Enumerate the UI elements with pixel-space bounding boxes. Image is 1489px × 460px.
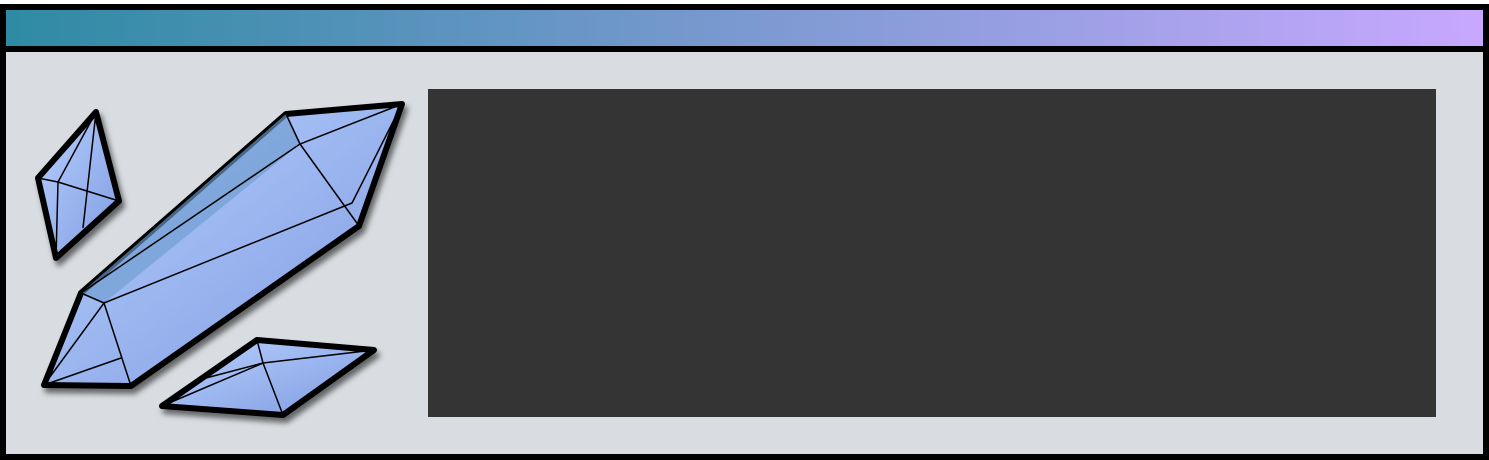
crystal-icon [35, 101, 405, 418]
title-bar[interactable] [6, 10, 1483, 52]
bottom-crystal [159, 337, 377, 418]
small-crystal [35, 109, 122, 261]
app-window [0, 4, 1489, 460]
display-panel [428, 89, 1436, 417]
